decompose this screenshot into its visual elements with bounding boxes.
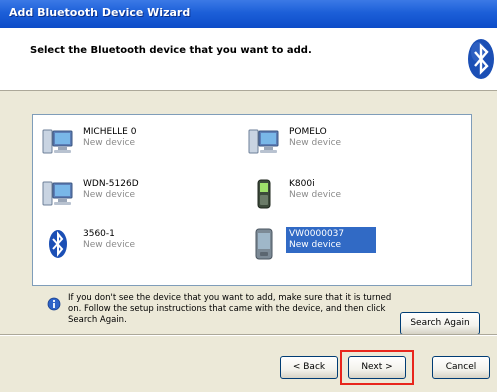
device-item[interactable]: VW0000037 New device bbox=[247, 227, 447, 263]
wizard-header: Select the Bluetooth device that you wan… bbox=[0, 28, 497, 91]
computer-icon bbox=[42, 181, 73, 206]
mobile-phone-icon bbox=[257, 179, 271, 209]
device-status: New device bbox=[289, 190, 342, 200]
device-status: New device bbox=[289, 240, 342, 250]
search-again-button[interactable]: Search Again bbox=[400, 312, 480, 335]
device-name: K800i bbox=[289, 179, 315, 189]
device-status: New device bbox=[83, 190, 136, 200]
device-name: MICHELLE 0 bbox=[83, 127, 137, 137]
info-icon bbox=[47, 297, 61, 311]
device-item[interactable]: WDN-5126D New device bbox=[41, 177, 241, 213]
computer-icon bbox=[42, 129, 73, 154]
computer-icon bbox=[248, 129, 279, 154]
device-name: WDN-5126D bbox=[83, 179, 139, 189]
next-button[interactable]: Next > bbox=[348, 356, 406, 379]
device-item[interactable]: K800i New device bbox=[247, 177, 447, 213]
device-status: New device bbox=[83, 240, 136, 250]
title-bar[interactable]: Add Bluetooth Device Wizard bbox=[0, 0, 497, 28]
device-name: VW0000037 bbox=[289, 229, 345, 239]
device-status: New device bbox=[83, 138, 136, 148]
window-title: Add Bluetooth Device Wizard bbox=[9, 6, 191, 19]
wizard-window: Add Bluetooth Device Wizard Select the B… bbox=[0, 0, 497, 392]
cancel-button[interactable]: Cancel bbox=[432, 356, 490, 379]
search-hint-text: If you don't see the device that you wan… bbox=[68, 293, 392, 325]
device-list[interactable]: MICHELLE 0 New device POMELO New device bbox=[32, 114, 472, 286]
divider bbox=[0, 334, 497, 336]
device-item[interactable]: MICHELLE 0 New device bbox=[41, 125, 241, 161]
bluetooth-icon bbox=[49, 230, 67, 258]
bluetooth-icon bbox=[468, 39, 494, 79]
device-name: POMELO bbox=[289, 127, 327, 137]
page-heading: Select the Bluetooth device that you wan… bbox=[30, 45, 312, 56]
device-item[interactable]: 3560-1 New device bbox=[41, 227, 241, 263]
device-status: New device bbox=[289, 138, 342, 148]
pda-icon bbox=[255, 228, 273, 260]
device-name: 3560-1 bbox=[83, 229, 115, 239]
device-item[interactable]: POMELO New device bbox=[247, 125, 447, 161]
back-button[interactable]: < Back bbox=[280, 356, 338, 379]
